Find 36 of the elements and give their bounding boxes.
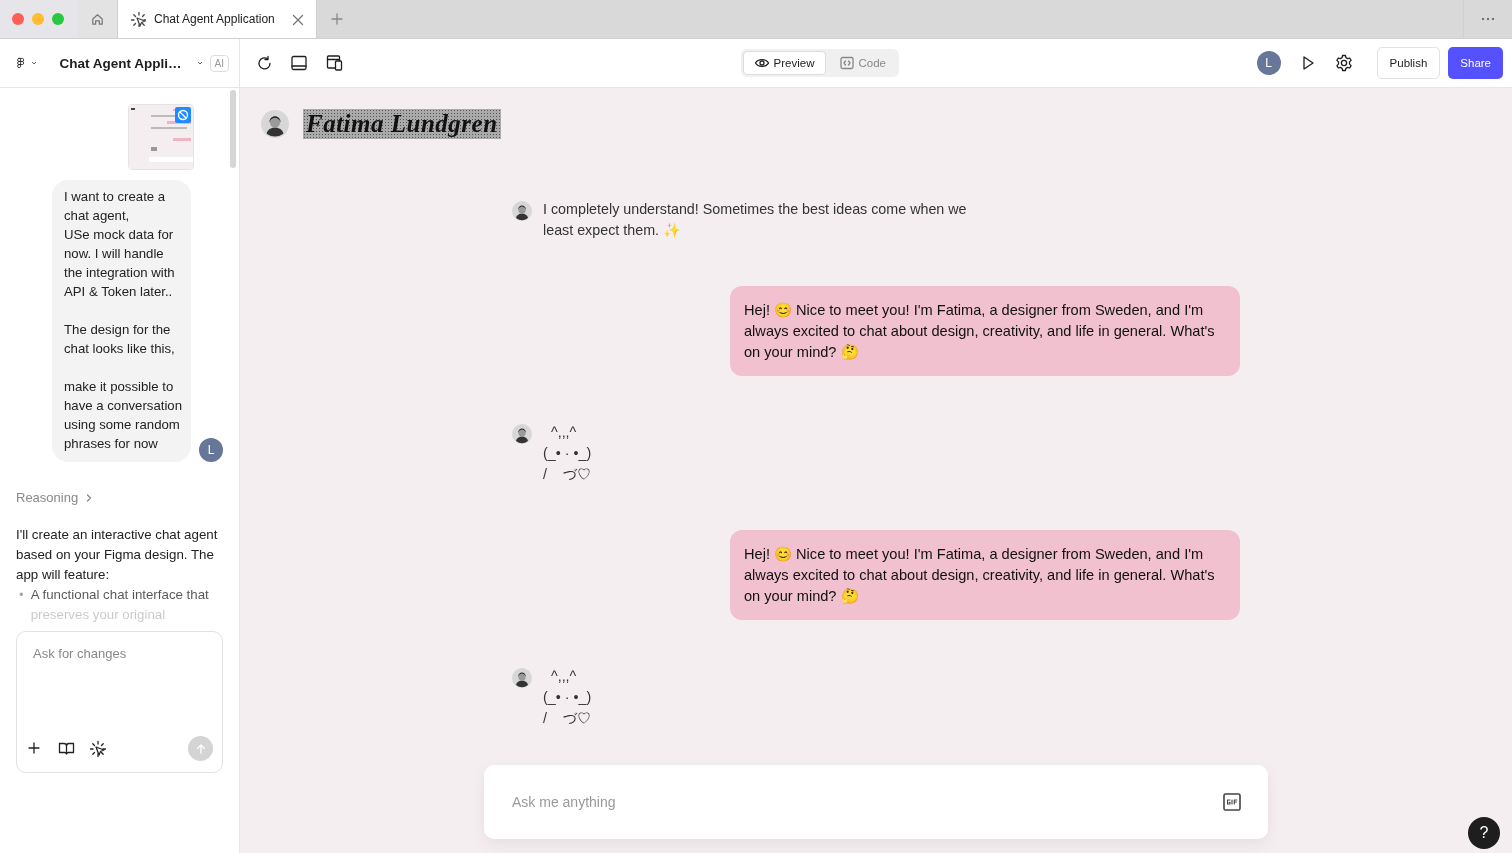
settings-icon[interactable] [1334,54,1353,72]
cursor-sparkle-icon[interactable] [89,739,107,758]
project-name[interactable]: Chat Agent Appli… [59,55,182,71]
home-icon [90,11,105,27]
ai-badge: AI [209,54,229,72]
response-text: I'll create an interactive chat agent based on your Figma design. The app will feature: [16,526,219,584]
view-tab[interactable]: Preview [742,51,826,75]
publish-button[interactable]: Publish [1376,47,1441,79]
avatar-icon [512,424,532,444]
user-message: Hej! 😊 Nice to meet you! I'm Fatima, a designer from Sweden, and I'm always excited to chat about design, creativity, and life in general. What's on your mind? 🤔 [730,286,1240,376]
sparkle-icon [130,11,146,27]
share-button[interactable]: Share [1448,47,1503,79]
user-message: I want to create a chat agent, USe mock data for now. I will handle the integration with API & Token later.. The design for the chat looks like this, make it possible to have a conversation using some random phrases for now [52,180,191,462]
reasoning-toggle[interactable]: Reasoning [16,490,239,505]
help-button[interactable]: ? [1468,817,1500,849]
contact-name: Fatima Lundgren [303,109,501,139]
book-icon[interactable] [58,740,75,757]
code-icon [838,55,854,71]
user-avatar: L [199,438,223,462]
refresh-icon[interactable] [256,55,272,71]
agent-message: ^,,,^ (_• · •_) / づ♡ [543,667,593,728]
user-avatar: L [1256,51,1281,75]
user-message: Hej! 😊 Nice to meet you! I'm Fatima, a designer from Sweden, and I'm always excited to chat about design, creativity, and life in general. What's on your mind? 🤔 [730,530,1240,620]
agent-message: ^,,,^ (_• · •_) / づ♡ [543,423,593,484]
avatar-icon [261,110,289,138]
avatar-icon [512,201,532,221]
changes-field[interactable]: Ask for changes [16,631,223,773]
gif-icon[interactable] [1222,792,1242,812]
bullet-mark: • [19,586,24,604]
message-field[interactable]: Ask me anything [484,765,1268,839]
devices-icon[interactable] [326,54,343,72]
avatar-icon [512,668,532,688]
browser-tab[interactable]: Chat Agent Application [118,0,317,38]
panel-icon[interactable] [290,54,308,72]
close-icon[interactable] [290,12,304,26]
agent-message: I completely understand! Sometimes the best ideas come when we least expect them. ✨ [543,200,968,240]
